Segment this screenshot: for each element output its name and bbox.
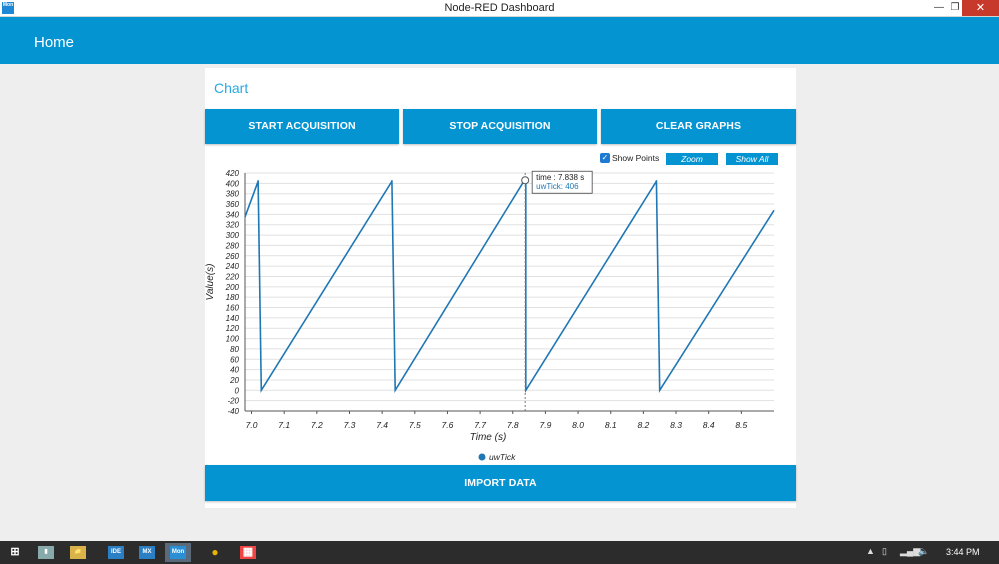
y-tick-label: 160 [226, 304, 240, 313]
y-tick-label: 380 [226, 190, 240, 199]
legend-label: uwTick [489, 452, 516, 462]
start-acquisition-button[interactable]: START ACQUISITION [205, 109, 399, 144]
taskbar-mon[interactable]: Mon [165, 543, 191, 562]
y-tick-label: 400 [226, 179, 240, 188]
y-tick-label: 180 [226, 293, 240, 302]
window-titlebar: Mon Node-RED Dashboard — ❐ ✕ [0, 0, 999, 17]
stop-acquisition-button[interactable]: STOP ACQUISITION [403, 109, 597, 144]
x-tick-label: 7.2 [311, 420, 323, 430]
dashboard-header: Home [0, 17, 999, 64]
tooltip-time: time : 7.838 s [536, 173, 584, 182]
y-tick-label: 140 [226, 314, 240, 323]
x-tick-label: 8.4 [703, 420, 715, 430]
taskbar-ide[interactable]: IDE [103, 543, 129, 562]
volume-icon[interactable]: 🔈 [918, 546, 929, 557]
taskbar-explorer[interactable]: 📁 [65, 543, 91, 562]
device-icon[interactable]: ▯ [882, 546, 887, 557]
x-tick-label: 7.5 [409, 420, 421, 430]
taskbar-calculator[interactable]: ▮ [33, 543, 59, 562]
x-tick-label: 7.9 [540, 420, 552, 430]
x-tick-label: 8.0 [572, 420, 584, 430]
taskbar: ⊞ ▮ 📁 IDE MX Mon ● ▦ ▲ ▯ ▂▄▆ 🔈 3:44 PM [0, 541, 999, 564]
y-tick-label: 260 [225, 252, 240, 261]
window-title: Node-RED Dashboard [444, 2, 555, 14]
x-tick-label: 7.1 [278, 420, 290, 430]
x-tick-label: 8.3 [670, 420, 682, 430]
close-button[interactable]: ✕ [962, 0, 999, 16]
y-tick-label: 340 [226, 210, 240, 219]
show-hidden-icons-button[interactable]: ▲ [866, 546, 875, 556]
show-all-button[interactable]: Show All [726, 153, 778, 165]
card-title: Chart [214, 80, 249, 96]
start-button[interactable]: ⊞ [2, 543, 28, 562]
y-tick-label: 360 [226, 200, 240, 209]
x-tick-label: 7.3 [344, 420, 356, 430]
legend-marker [478, 453, 486, 461]
show-points-label: Show Points [612, 153, 660, 163]
y-tick-label: 60 [230, 355, 239, 364]
x-tick-label: 8.2 [637, 420, 649, 430]
x-axis-label: Time (s) [470, 432, 507, 443]
tooltip-value: uwTick: 406 [536, 182, 579, 191]
y-tick-label: 120 [226, 324, 240, 333]
taskbar-paint[interactable]: ▦ [235, 543, 261, 562]
x-tick-label: 8.1 [605, 420, 617, 430]
chart-card: Chart START ACQUISITION STOP ACQUISITION… [205, 68, 796, 508]
zoom-button[interactable]: Zoom [666, 153, 718, 165]
y-tick-label: 420 [226, 169, 240, 178]
y-tick-label: 300 [226, 231, 240, 240]
y-tick-label: -20 [227, 397, 239, 406]
y-tick-label: 20 [229, 376, 239, 385]
y-tick-label: 100 [226, 335, 240, 344]
x-tick-label: 7.4 [376, 420, 388, 430]
show-points-checkbox[interactable]: ✓ [600, 153, 610, 163]
x-tick-label: 7.8 [507, 420, 519, 430]
y-tick-label: 200 [225, 283, 240, 292]
page-title: Home [34, 34, 75, 51]
y-axis-label: Value(s) [205, 264, 216, 301]
system-clock[interactable]: 3:44 PM [946, 547, 980, 557]
y-tick-label: -40 [227, 407, 239, 416]
import-data-button[interactable]: IMPORT DATA [205, 465, 796, 501]
taskbar-mx[interactable]: MX [134, 543, 160, 562]
line-chart[interactable]: -40-200204060801001201401601802002202402… [205, 168, 796, 464]
y-tick-label: 280 [225, 241, 240, 250]
x-tick-label: 7.7 [474, 420, 486, 430]
y-tick-label: 220 [225, 272, 240, 281]
y-tick-label: 0 [235, 386, 240, 395]
hover-point [521, 176, 530, 185]
y-tick-label: 80 [230, 345, 239, 354]
y-tick-label: 240 [225, 262, 240, 271]
y-tick-label: 320 [226, 221, 240, 230]
taskbar-chrome[interactable]: ● [202, 543, 228, 562]
x-tick-label: 7.6 [442, 420, 454, 430]
y-tick-label: 40 [230, 366, 239, 375]
x-tick-label: 7.0 [246, 420, 258, 430]
x-tick-label: 8.5 [735, 420, 747, 430]
clear-graphs-button[interactable]: CLEAR GRAPHS [601, 109, 796, 144]
